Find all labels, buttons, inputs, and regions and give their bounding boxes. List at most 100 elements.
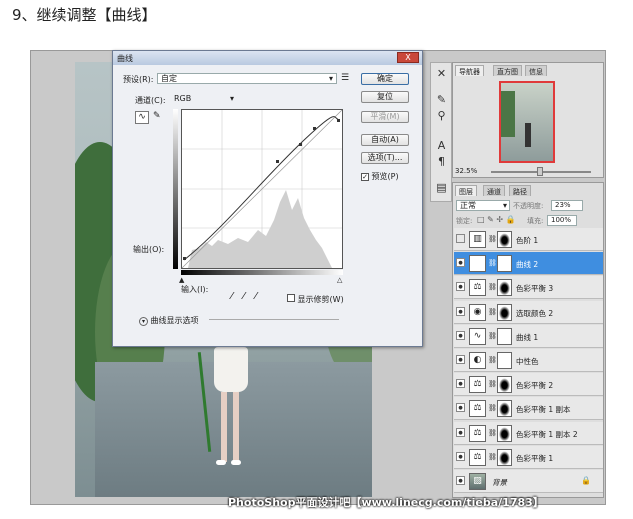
layer-row[interactable]: ● ∿ ⛓ 曲线 1 [454,324,603,348]
type-icon[interactable]: A [434,139,449,153]
chain-link-icon[interactable]: ⛓ [488,404,497,412]
levels-icon[interactable]: ▥ [469,231,486,248]
lock-icons[interactable]: □ ✎ ✢ 🔒 [477,215,516,224]
preset-menu-icon[interactable]: ☰ [341,73,349,83]
layer-mask-thumbnail[interactable] [497,400,512,418]
tab-histogram[interactable]: 直方图 [493,65,522,76]
black-eyedropper-icon[interactable]: ⁄ [231,291,233,302]
curves-icon[interactable]: ∿ [469,327,486,345]
chain-link-icon[interactable]: ⛓ [488,235,497,243]
layer-row[interactable]: ● ⚖ ⛓ 色彩平衡 1 副本 2 [454,421,603,445]
layer-row[interactable]: ▥ ⛓ 色阶 1 [454,228,603,251]
curve-point[interactable] [299,143,302,146]
options-button[interactable]: 选项(T)... [361,152,409,164]
eye-icon[interactable]: ● [456,306,465,316]
eye-hidden-icon[interactable] [456,234,465,243]
auto-button[interactable]: 自动(A) [361,134,409,146]
dialog-titlebar[interactable]: 曲线 [113,51,422,65]
curve-point[interactable] [183,257,186,260]
white-eyedropper-icon[interactable]: ⁄ [255,291,257,302]
tab-paths[interactable]: 路径 [509,185,531,196]
tab-info[interactable]: 信息 [525,65,547,76]
chain-link-icon[interactable]: ⛓ [488,429,497,437]
eye-icon[interactable]: ● [456,476,465,485]
chain-link-icon[interactable]: ⛓ [488,308,497,316]
layer-row[interactable]: ● ▨ 🔒 背景 [454,470,603,493]
chevron-down-icon: ▾ [502,201,507,210]
preset-select[interactable]: 自定 ▾ [157,73,337,84]
chain-link-icon[interactable]: ⛓ [488,259,497,267]
layer-mask-thumbnail[interactable] [497,327,512,345]
close-button[interactable]: X [397,52,419,63]
eye-icon[interactable]: ● [456,379,465,389]
smooth-button[interactable]: 平滑(M) [361,111,409,123]
chain-link-icon[interactable]: ⛓ [488,380,497,388]
fill-input[interactable]: 100% [547,215,577,226]
zoom-slider-handle[interactable] [537,167,543,176]
layer-row[interactable]: ● ◐ ⛓ 中性色 [454,349,603,372]
eye-icon[interactable]: ● [456,282,465,292]
eye-icon[interactable]: ● [456,355,465,364]
curve-point[interactable] [313,127,316,130]
layer-row[interactable]: ● ⚖ ⛓ 色彩平衡 1 [454,445,603,469]
curve-point-tool-icon[interactable]: ∿ [135,111,149,124]
stamp-icon[interactable]: ⚲ [434,109,449,123]
input-label: 输入(I): [181,285,209,294]
chain-link-icon[interactable]: ⛓ [488,332,497,340]
neutral-icon[interactable]: ◐ [469,352,486,369]
brush-settings-icon[interactable]: ✎ [434,93,449,107]
layer-mask-thumbnail[interactable] [497,279,512,297]
layer-row[interactable]: ● ⚖ ⛓ 色彩平衡 2 [454,373,603,397]
display-options-toggle[interactable]: ▾ 曲线显示选项 [139,315,199,326]
layer-mask-thumbnail[interactable] [497,424,512,442]
tab-navigator[interactable]: 导航器 [455,65,484,76]
curve-point[interactable] [276,160,279,163]
eye-icon[interactable]: ● [456,258,465,268]
eye-icon[interactable]: ● [456,330,465,340]
color-balance-icon[interactable]: ⚖ [469,376,486,394]
zoom-value[interactable]: 32.5% [455,167,477,175]
eye-icon[interactable]: ● [456,451,465,461]
tab-channels[interactable]: 通道 [483,185,505,196]
layer-mask-thumbnail[interactable] [497,303,512,321]
paragraph-icon[interactable]: ¶ [434,155,449,169]
wrench-icon[interactable]: ✕ [434,67,449,81]
color-balance-icon[interactable]: ⚖ [469,279,486,297]
show-clipping-checkbox[interactable]: 显示修剪(W) [287,294,344,305]
eye-icon[interactable]: ● [456,403,465,413]
layer-row[interactable]: ● ∿ ⛓ 曲线 2 [454,252,603,276]
white-point-slider[interactable]: △ [337,276,342,284]
layer-mask-thumbnail[interactable] [497,352,512,369]
layer-mask-thumbnail[interactable] [497,448,512,466]
chain-link-icon[interactable]: ⛓ [488,356,497,364]
opacity-input[interactable]: 23% [551,200,583,211]
curves-icon[interactable]: ∿ [469,255,486,273]
layer-mask-thumbnail[interactable] [497,376,512,394]
color-balance-icon[interactable]: ⚖ [469,400,486,418]
preview-checkbox[interactable]: ✓ 预览(P) [361,171,399,182]
chain-link-icon[interactable]: ⛓ [488,283,497,291]
curves-graph[interactable] [181,109,343,269]
layer-mask-thumbnail[interactable] [497,231,512,248]
eye-icon[interactable]: ● [456,427,465,437]
layer-row[interactable]: ● ◉ ⛓ 选取颜色 2 [454,300,603,324]
layer-mask-thumbnail[interactable] [497,255,512,273]
image-icon[interactable]: ▨ [469,473,486,490]
pencil-tool-icon[interactable]: ✎ [153,111,161,121]
curve-point[interactable] [337,119,340,122]
blend-mode-select[interactable]: 正常 ▾ [456,200,510,211]
reset-button[interactable]: 复位 [361,91,409,103]
navigator-preview[interactable] [499,81,555,163]
layer-row[interactable]: ● ⚖ ⛓ 色彩平衡 3 [454,276,603,300]
chain-link-icon[interactable]: ⛓ [488,453,497,461]
layer-comps-icon[interactable]: ▤ [434,181,449,195]
black-point-slider[interactable]: ▲ [179,276,184,284]
layer-row[interactable]: ● ⚖ ⛓ 色彩平衡 1 副本 [454,397,603,421]
selective-color-icon[interactable]: ◉ [469,303,486,321]
gray-eyedropper-icon[interactable]: ⁄ [243,291,245,302]
tab-layers[interactable]: 图层 [455,185,477,196]
ok-button[interactable]: 确定 [361,73,409,85]
color-balance-icon[interactable]: ⚖ [469,448,486,466]
channel-select[interactable]: RGB ▾ [171,94,237,105]
color-balance-icon[interactable]: ⚖ [469,424,486,442]
